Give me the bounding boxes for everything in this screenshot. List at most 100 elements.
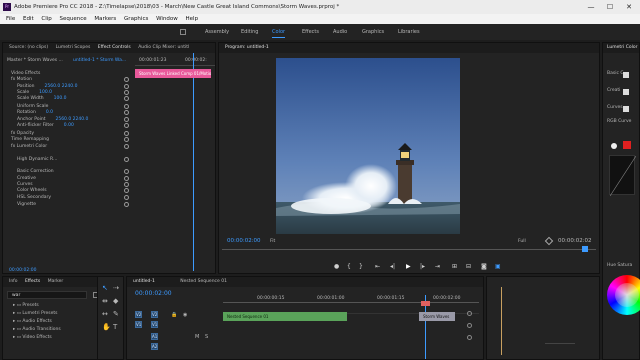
storm-waves-clip[interactable]: Storm Waves	[419, 312, 455, 321]
tab-markers[interactable]: Marker	[48, 279, 64, 284]
master-clip-label[interactable]: Master * Storm Waves ...	[7, 58, 63, 63]
lumetri-rgb-curves[interactable]: RGB Curve	[607, 119, 631, 124]
go-to-in-icon[interactable]: ⇤	[375, 263, 380, 271]
lumetri-creative[interactable]: Creati	[607, 88, 620, 93]
lock-icon[interactable]: 🔒	[171, 312, 177, 318]
effect-prop-row[interactable]: HSL Secondary	[17, 195, 61, 200]
effect-prop-row[interactable]: fx Opacity	[11, 131, 44, 136]
tab-lumetri-color[interactable]: Lumetri Color	[607, 45, 637, 50]
timeline-timecode[interactable]: 00:00:02:00	[135, 290, 172, 297]
type-tool-icon[interactable]: T	[113, 323, 117, 331]
effect-prop-value[interactable]: 2560.0 2240.0	[45, 84, 78, 89]
slip-tool-icon[interactable]: ↔	[102, 310, 108, 318]
effects-folder-item[interactable]: ▸ ▭ Audio Transitions	[13, 327, 61, 332]
effects-search-input[interactable]: war	[12, 293, 20, 298]
mark-out-icon[interactable]: }	[359, 263, 363, 271]
menu-markers[interactable]: Markers	[94, 16, 116, 22]
effect-prop-row[interactable]: Anti-flicker Filter 0.00	[17, 123, 74, 128]
program-playhead[interactable]	[582, 246, 588, 252]
home-icon[interactable]	[180, 29, 186, 35]
track-v1-source[interactable]: V1	[135, 321, 142, 328]
effect-prop-row[interactable]: Rotation 0.0	[17, 110, 53, 115]
reset-icon[interactable]	[124, 157, 129, 162]
tab-sequence-untitled[interactable]: untitled-1	[133, 279, 155, 284]
pen-tool-icon[interactable]: ✎	[113, 310, 119, 318]
ec-timecode[interactable]: 00:00:02:00	[9, 268, 36, 273]
track-v1-target[interactable]: V1	[151, 321, 158, 328]
track-v2-source[interactable]: V2	[135, 311, 142, 318]
mark-in-icon[interactable]: {	[347, 263, 351, 271]
ec-playhead[interactable]	[193, 53, 194, 271]
ec-clip-bar[interactable]: Storm Waves Linked Comp 01/Motio	[135, 69, 211, 78]
workspace-effects[interactable]: Effects	[302, 24, 319, 40]
selection-tool-icon[interactable]: ↖	[102, 284, 108, 292]
effects-folder-item[interactable]: ▸ ▭ Video Effects	[13, 335, 52, 340]
workspace-audio[interactable]: Audio	[333, 24, 347, 40]
program-resolution-dropdown[interactable]: Full	[518, 239, 526, 244]
menu-window[interactable]: Window	[156, 16, 178, 22]
reset-icon[interactable]	[124, 137, 129, 142]
menu-help[interactable]: Help	[186, 16, 199, 22]
effect-prop-value[interactable]: 0.0	[46, 110, 53, 115]
tab-lumetri-scopes[interactable]: Lumetri Scopes	[56, 45, 91, 50]
lumetri-checkbox-curves[interactable]	[623, 106, 629, 112]
lumetri-basic-correction[interactable]: Basic C	[607, 71, 624, 76]
reset-icon[interactable]	[124, 123, 129, 128]
go-to-out-icon[interactable]: ⇥	[435, 263, 440, 271]
reset-icon[interactable]	[124, 84, 129, 89]
reset-icon[interactable]	[124, 77, 129, 82]
program-time-ruler[interactable]	[222, 249, 596, 250]
menu-clip[interactable]: Clip	[41, 16, 51, 22]
lumetri-hue-saturation[interactable]: Hue Satura	[607, 263, 632, 268]
export-frame-icon[interactable]: ◙	[481, 263, 487, 271]
close-button[interactable]: ✕	[622, 0, 636, 14]
effect-prop-row[interactable]: Anchor Point 2560.0 2240.0	[17, 117, 88, 122]
reset-icon[interactable]	[124, 96, 129, 101]
workspace-libraries[interactable]: Libraries	[398, 24, 420, 40]
red-curve-swatch[interactable]	[623, 141, 631, 149]
reset-icon[interactable]	[124, 110, 129, 115]
effect-prop-row[interactable]: Scale 100.0	[17, 90, 52, 95]
menu-graphics[interactable]: Graphics	[124, 16, 148, 22]
track-v2-target[interactable]: V2	[151, 311, 158, 318]
tab-nested-sequence[interactable]: Nested Sequence 01	[180, 279, 227, 284]
hand-tool-icon[interactable]: ✋	[102, 323, 111, 331]
effect-prop-row[interactable]: Scale Width 100.0	[17, 96, 67, 101]
nested-sequence-clip[interactable]: Nested Sequence 01	[223, 312, 347, 321]
insert-icon[interactable]: ⊞	[452, 263, 457, 271]
effect-prop-row[interactable]: Time Remapping	[11, 137, 59, 142]
effect-prop-row[interactable]: Uniform Scale	[17, 104, 58, 109]
minimize-button[interactable]: —	[584, 0, 598, 14]
step-back-icon[interactable]: ◂|	[390, 263, 395, 271]
lumetri-checkbox-creative[interactable]	[623, 89, 629, 95]
workspace-color[interactable]: Color	[272, 24, 286, 40]
eye-icon[interactable]: ◉	[183, 312, 187, 318]
lumetri-checkbox-basic[interactable]	[623, 72, 629, 78]
track-keyframe-icon-3[interactable]	[467, 335, 472, 340]
effect-prop-row[interactable]: Color Wheels	[17, 188, 57, 193]
effect-prop-row[interactable]: fx Lumetri Color	[11, 144, 57, 149]
effect-prop-row[interactable]: Creative	[17, 176, 46, 181]
menu-file[interactable]: File	[6, 16, 15, 22]
comparison-view-icon[interactable]: ▣	[495, 263, 501, 271]
reset-icon[interactable]	[124, 176, 129, 181]
effects-folder-item[interactable]: ▸ ▭ Presets	[13, 303, 39, 308]
workspace-editing[interactable]: Editing	[241, 24, 258, 40]
tab-effect-controls[interactable]: Effect Controls	[98, 45, 131, 50]
reset-icon[interactable]	[124, 195, 129, 200]
effect-prop-row[interactable]: Position 2560.0 2240.0	[17, 84, 77, 89]
reset-icon[interactable]	[124, 144, 129, 149]
menu-sequence[interactable]: Sequence	[60, 16, 87, 22]
effect-prop-row[interactable]: Curves	[17, 182, 43, 187]
effects-folder-item[interactable]: ▸ ▭ Audio Effects	[13, 319, 52, 324]
step-forward-icon[interactable]: |▸	[420, 263, 425, 271]
effect-prop-row[interactable]: fx Motion	[11, 77, 42, 82]
effects-search-box[interactable]: war	[7, 291, 87, 299]
reset-icon[interactable]	[124, 104, 129, 109]
reset-icon[interactable]	[124, 117, 129, 122]
tab-audio-clip-mixer[interactable]: Audio Clip Mixer: untitl	[138, 45, 189, 50]
reset-icon[interactable]	[124, 202, 129, 207]
tab-program[interactable]: Program: untitled-1	[225, 45, 269, 50]
program-playhead-timecode[interactable]: 00:00:02:00	[227, 238, 261, 244]
workspace-assembly[interactable]: Assembly	[205, 24, 229, 40]
